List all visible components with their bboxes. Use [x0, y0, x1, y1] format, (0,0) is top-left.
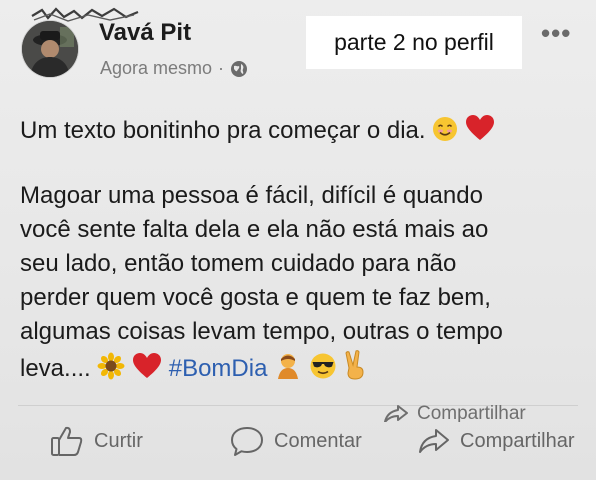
comment-button[interactable]: Comentar [230, 424, 362, 458]
share-icon [384, 405, 408, 422]
post-meta: Agora mesmo · [100, 58, 248, 79]
share-ghost-label: Compartilhar [383, 405, 526, 422]
more-options-icon[interactable]: ••• [541, 18, 571, 49]
share-button[interactable]: Compartilhar [418, 424, 574, 458]
overlay-tag: parte 2 no perfil [306, 16, 522, 69]
post-last-line: leva.... #BomDia [20, 350, 367, 383]
author-name[interactable]: Vavá Pit [99, 19, 191, 47]
thumbs-up-icon [51, 426, 83, 456]
heart-icon [465, 115, 494, 140]
post-body-line: algumas coisas levam tempo, outras o tem… [20, 318, 503, 345]
meta-separator: · [218, 58, 225, 78]
heart-icon [133, 353, 162, 378]
hashtag-link[interactable]: #BomDia [169, 355, 268, 382]
post-greeting-line: Um texto bonitinho pra começar o dia. [20, 114, 495, 145]
post-card: Vavá Pit Agora mesmo · parte 2 no perfil… [0, 0, 596, 480]
comment-label: Comentar [274, 429, 362, 452]
post-timestamp[interactable]: Agora mesmo [100, 58, 212, 79]
post-greeting: Um texto bonitinho pra começar o dia. [20, 117, 426, 144]
post-body-line: seu lado, então tomem cuidado para não [20, 250, 457, 277]
smiling-face-icon [433, 117, 458, 141]
globe-icon [231, 60, 248, 77]
sunflower-icon [97, 352, 125, 380]
avatar-image [22, 21, 78, 77]
post-body-line: você sente falta dela e ela não está mai… [20, 216, 489, 243]
share-ghost-text: Compartilhar [417, 405, 526, 422]
like-label: Curtir [94, 429, 143, 452]
share-label: Compartilhar [460, 429, 575, 452]
post-body-line: Magoar uma pessoa é fácil, difícil é qua… [20, 182, 483, 209]
post-body-line: perder quem você gosta e quem te faz bem… [20, 284, 491, 311]
avatar[interactable] [22, 21, 78, 77]
victory-hand-icon [345, 350, 364, 380]
person-bowing-icon [278, 354, 299, 379]
post-last-text: leva.... [20, 355, 91, 382]
like-button[interactable]: Curtir [50, 424, 143, 458]
share-icon [419, 429, 449, 453]
sunglasses-face-icon [310, 353, 336, 379]
comment-icon [231, 427, 263, 456]
